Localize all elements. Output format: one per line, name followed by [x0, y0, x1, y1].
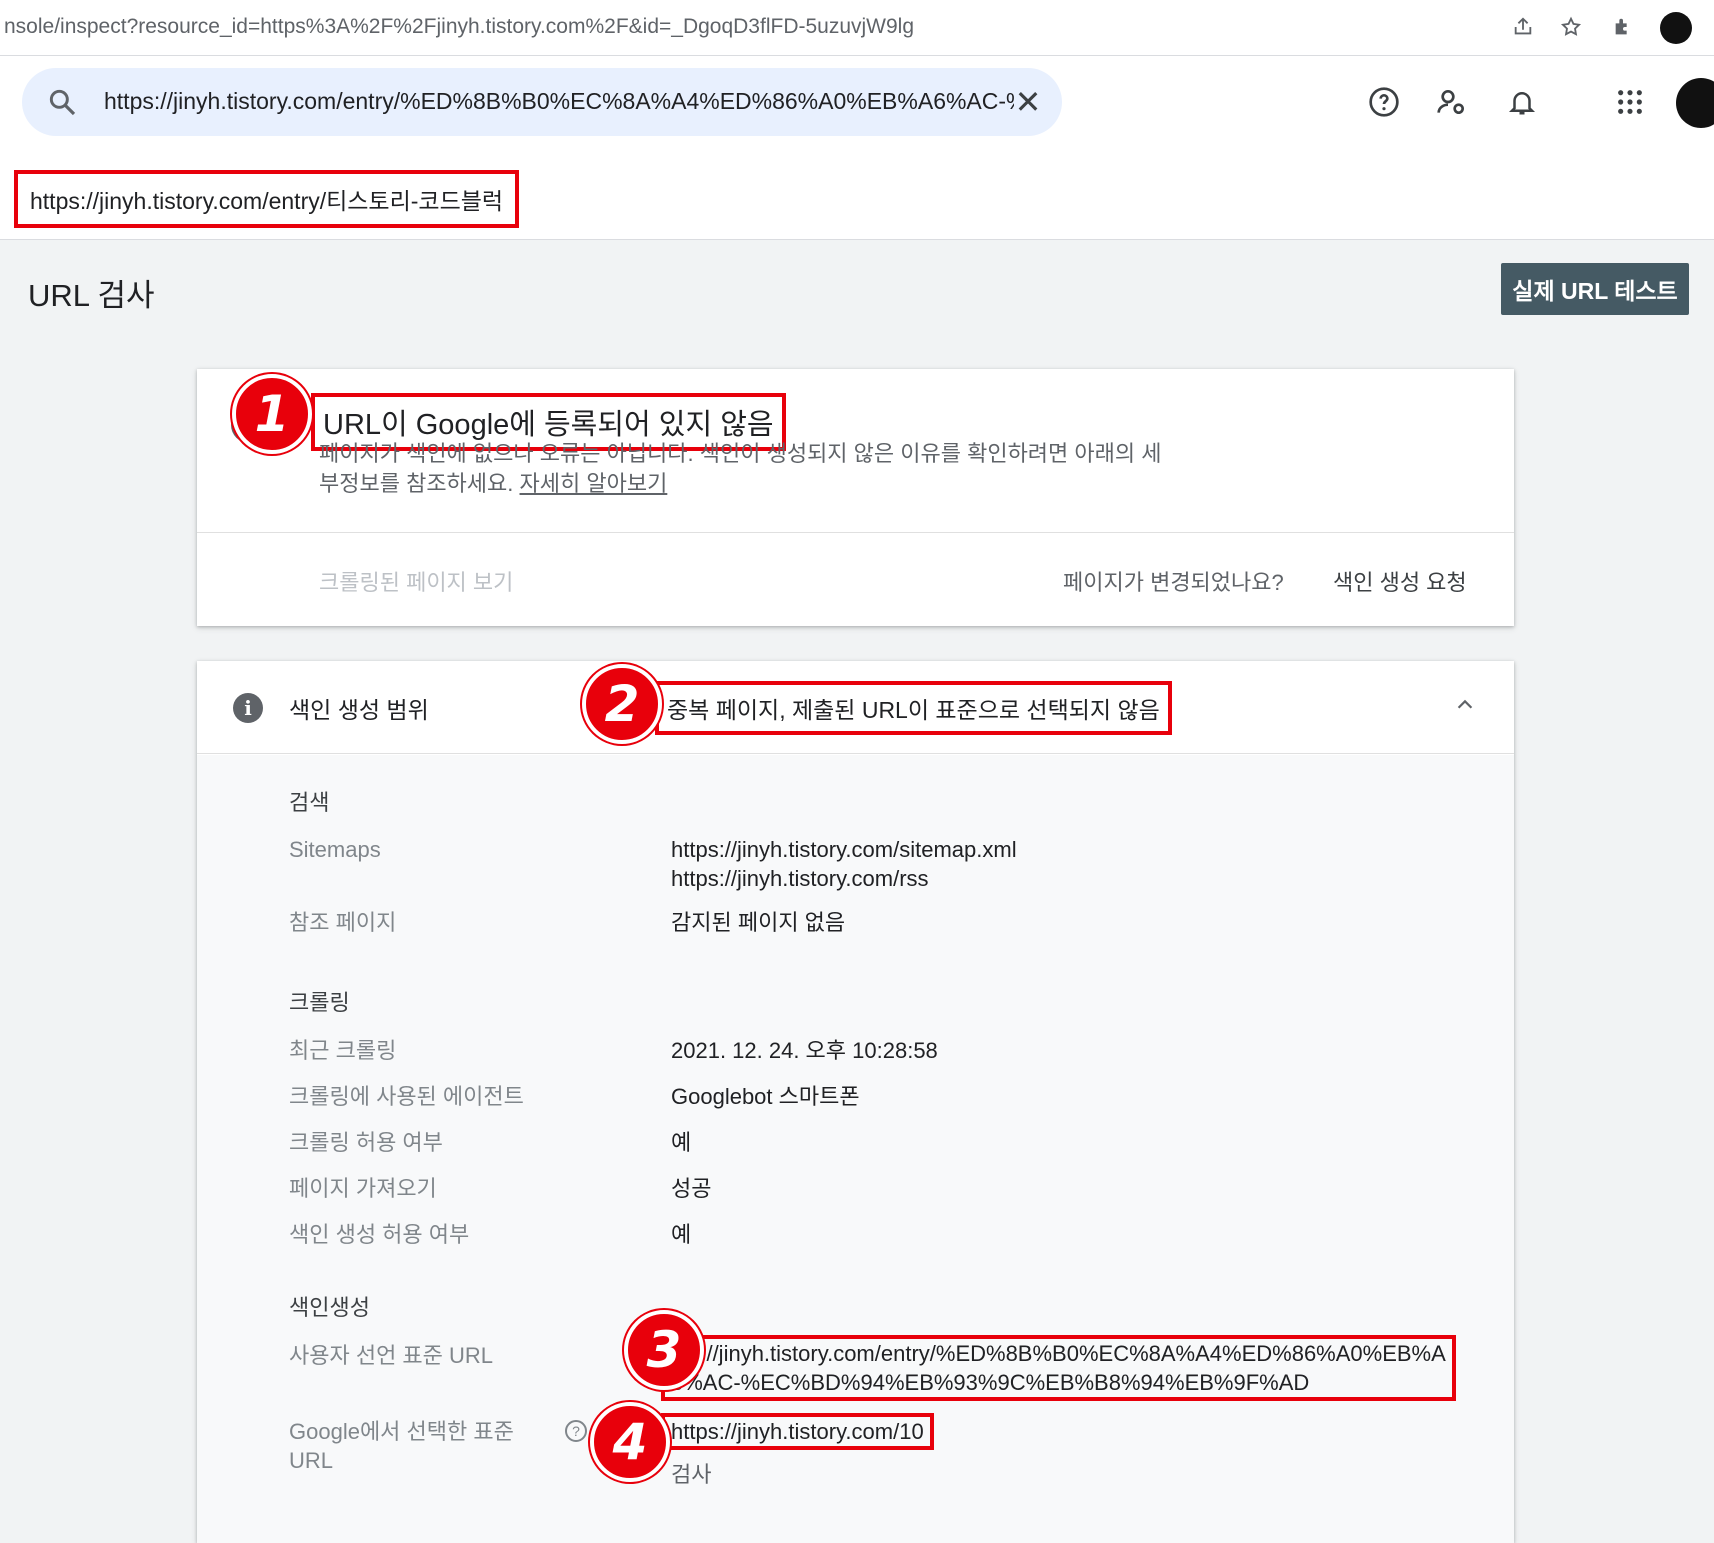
page-changed-text: 페이지가 변경되었나요? [1063, 570, 1284, 595]
sitemap-url: https://jinyh.tistory.com/sitemap.xml [671, 837, 1017, 862]
chevron-up-icon[interactable] [1445, 687, 1485, 727]
search-icon [49, 89, 76, 116]
learn-more-link[interactable]: 자세히 알아보기 [520, 471, 668, 496]
crawler-agent-label: 크롤링에 사용된 에이전트 [289, 1084, 524, 1109]
page-fetch-value: 성공 [671, 1176, 712, 1201]
help-icon[interactable]: ? [565, 1420, 587, 1442]
google-canonical-value: https://jinyh.tistory.com/10 [661, 1413, 934, 1450]
last-crawl-value: 2021. 12. 24. 오후 10:28:58 [671, 1038, 938, 1063]
crawl-allowed-value: 예 [671, 1130, 692, 1155]
indexing-allowed-value: 예 [671, 1222, 692, 1247]
notifications-icon[interactable] [1502, 82, 1542, 122]
user-canonical-line: 6%AC-%EC%BD%94%EB%93%9C%EB%B8%94%EB%9F%A… [671, 1370, 1310, 1395]
status-description: 페이지가 색인에 없으나 오류는 아닙니다. 색인이 생성되지 않은 이유를 확… [319, 439, 1179, 499]
account-avatar[interactable] [1676, 78, 1714, 128]
star-icon[interactable] [1556, 12, 1586, 42]
annotation-badge-4: 4 [590, 1402, 670, 1482]
user-canonical-value: tps://jinyh.tistory.com/entry/%ED%8B%B0%… [661, 1335, 1456, 1401]
coverage-status: 중복 페이지, 제출된 URL이 표준으로 선택되지 않음 [655, 681, 1172, 735]
coverage-header[interactable]: i 색인 생성 범위 중복 페이지, 제출된 URL이 표준으로 선택되지 않음 [197, 661, 1514, 754]
index-status-card: URL이 Google에 등록되어 있지 않음 페이지가 색인에 없으나 오류는… [197, 369, 1514, 626]
inspect-link[interactable]: 검사 [671, 1457, 711, 1489]
page-title: URL 검사 [28, 278, 155, 313]
request-indexing-button[interactable]: 색인 생성 요청 [1333, 565, 1467, 597]
live-url-test-button[interactable]: 실제 URL 테스트 [1501, 263, 1689, 315]
extensions-icon[interactable] [1608, 12, 1638, 42]
google-canonical-label: Google에서 선택한 표준 URL [289, 1419, 514, 1473]
manage-users-icon[interactable] [1432, 82, 1472, 122]
close-icon[interactable]: ✕ [1010, 84, 1046, 120]
coverage-details: 검색 Sitemaps https://jinyh.tistory.com/si… [197, 755, 1514, 1543]
inspect-url-search[interactable]: https://jinyh.tistory.com/entry/%ED%8B%B… [22, 68, 1062, 136]
sitemap-url: https://jinyh.tistory.com/rss [671, 866, 929, 891]
annotation-badge-3: 3 [624, 1310, 704, 1390]
view-crawled-page-button[interactable]: 크롤링된 페이지 보기 [319, 565, 513, 597]
search-input[interactable]: https://jinyh.tistory.com/entry/%ED%8B%B… [104, 88, 1014, 115]
annotation-badge-2: 2 [582, 664, 662, 744]
section-crawl-title: 크롤링 [289, 990, 350, 1015]
info-icon: i [233, 693, 263, 723]
coverage-card: i 색인 생성 범위 중복 페이지, 제출된 URL이 표준으로 선택되지 않음… [197, 661, 1514, 1543]
browser-url[interactable]: nsole/inspect?resource_id=https%3A%2F%2F… [4, 15, 1474, 39]
crawler-agent-value: Googlebot 스마트폰 [671, 1084, 860, 1109]
status-description-text: 페이지가 색인에 없으나 오류는 아닙니다. 색인이 생성되지 않은 이유를 확… [319, 441, 1162, 496]
user-canonical-line: tps://jinyh.tistory.com/entry/%ED%8B%B0%… [671, 1341, 1446, 1366]
inspected-url-strip: https://jinyh.tistory.com/entry/티스토리-코드블… [0, 148, 1714, 240]
referring-page-value: 감지된 페이지 없음 [671, 910, 846, 935]
search-console-topbar: https://jinyh.tistory.com/entry/%ED%8B%B… [0, 56, 1714, 148]
crawl-allowed-label: 크롤링 허용 여부 [289, 1130, 443, 1155]
page-fetch-label: 페이지 가져오기 [289, 1176, 437, 1201]
referring-page-label: 참조 페이지 [289, 910, 397, 935]
annotation-badge-1: 1 [232, 374, 312, 454]
section-discovery-title: 검색 [289, 790, 330, 815]
profile-avatar[interactable] [1660, 12, 1692, 44]
divider [197, 532, 1514, 533]
section-indexing-title: 색인생성 [289, 1295, 370, 1320]
user-canonical-label: 사용자 선언 표준 URL [289, 1343, 494, 1368]
apps-grid-icon[interactable] [1610, 82, 1650, 122]
share-icon[interactable] [1508, 12, 1538, 42]
last-crawl-label: 최근 크롤링 [289, 1038, 397, 1063]
help-icon[interactable] [1364, 82, 1404, 122]
coverage-label: 색인 생성 범위 [289, 697, 429, 723]
indexing-allowed-label: 색인 생성 허용 여부 [289, 1222, 470, 1247]
inspected-url: https://jinyh.tistory.com/entry/티스토리-코드블… [14, 170, 520, 228]
browser-address-bar: nsole/inspect?resource_id=https%3A%2F%2F… [0, 0, 1714, 56]
sitemaps-label: Sitemaps [289, 837, 381, 862]
